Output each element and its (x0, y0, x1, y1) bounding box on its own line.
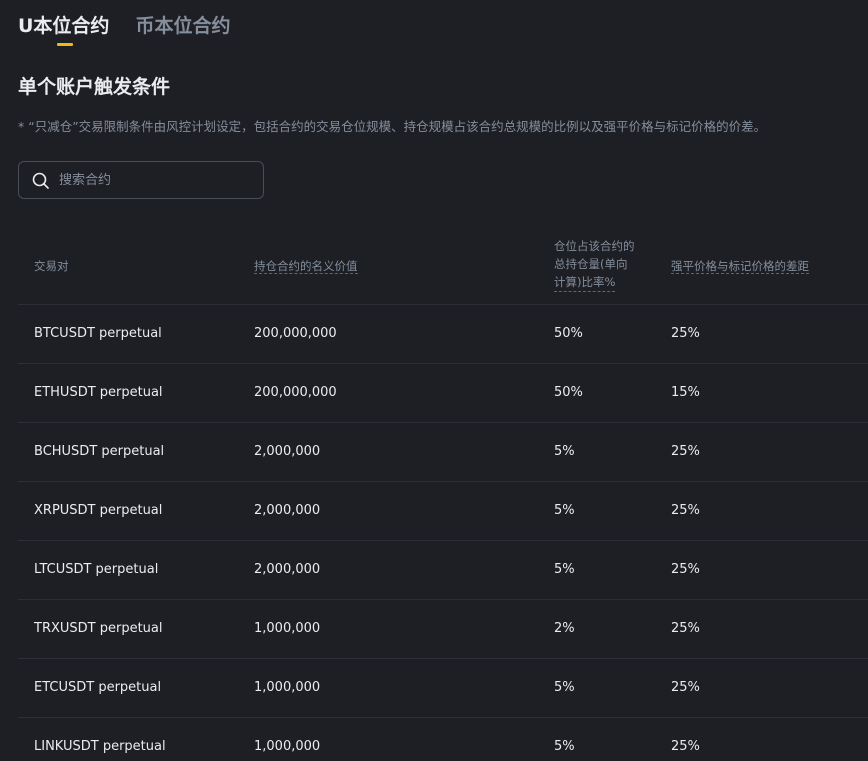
cell-pair: TRXUSDT perpetual (34, 621, 163, 636)
header-diff-label: 强平价格与标记价格的差距 (671, 259, 809, 274)
table-row: XRPUSDT perpetual 2,000,000 5% 25% (18, 482, 868, 541)
cell-diff: 15% (671, 385, 700, 400)
tab-coin-m[interactable]: 币本位合约 (135, 12, 230, 48)
cell-pair: BTCUSDT perpetual (34, 326, 162, 341)
search-input[interactable] (57, 171, 251, 189)
cell-diff: 25% (671, 326, 700, 341)
cell-notional: 1,000,000 (254, 739, 321, 754)
cell-diff: 25% (671, 444, 700, 459)
table-row: LTCUSDT perpetual 2,000,000 5% 25% (18, 541, 868, 600)
cell-pair: LTCUSDT perpetual (34, 562, 159, 577)
table-header: 交易对 持仓合约的名义价值 仓位占该合约的 总持仓量(单向 计算)比率% 强平价… (18, 226, 868, 305)
cell-diff: 25% (671, 739, 700, 754)
cell-pair: LINKUSDT perpetual (34, 739, 166, 754)
cell-notional: 2,000,000 (254, 503, 321, 518)
tab-usdt-m-label: U本位合约 (18, 15, 110, 37)
header-notional-label: 持仓合约的名义价值 (254, 259, 358, 274)
table-row: TRXUSDT perpetual 1,000,000 2% 25% (18, 600, 868, 659)
header-notional[interactable]: 持仓合约的名义价值 (254, 257, 358, 275)
table-row: BTCUSDT perpetual 200,000,000 50% 25% (18, 305, 868, 364)
cell-ratio: 5% (554, 444, 575, 459)
cell-ratio: 5% (554, 562, 575, 577)
header-ratio-line3: 计算)比率% (554, 273, 616, 292)
cell-pair: XRPUSDT perpetual (34, 503, 163, 518)
cell-pair: BCHUSDT perpetual (34, 444, 165, 459)
cell-ratio: 5% (554, 680, 575, 695)
cell-diff: 25% (671, 621, 700, 636)
tab-usdt-m[interactable]: U本位合约 (18, 12, 109, 48)
cell-notional: 1,000,000 (254, 680, 321, 695)
active-tab-indicator (57, 43, 73, 46)
cell-notional: 2,000,000 (254, 444, 321, 459)
cell-ratio: 2% (554, 621, 575, 636)
header-ratio-line2: 总持仓量(单向 (554, 257, 628, 271)
search-box[interactable] (18, 161, 264, 199)
cell-diff: 25% (671, 680, 700, 695)
search-icon (32, 172, 49, 189)
cell-pair: ETCUSDT perpetual (34, 680, 162, 695)
table-row: BCHUSDT perpetual 2,000,000 5% 25% (18, 423, 868, 482)
table-row: ETCUSDT perpetual 1,000,000 5% 25% (18, 659, 868, 718)
cell-diff: 25% (671, 562, 700, 577)
header-ratio-line1: 仓位占该合约的 (554, 239, 635, 253)
header-ratio[interactable]: 仓位占该合约的 总持仓量(单向 计算)比率% (554, 237, 654, 292)
cell-notional: 200,000,000 (254, 326, 337, 341)
header-pair: 交易对 (34, 259, 69, 273)
page: U本位合约 币本位合约 单个账户触发条件 * “只减仓”交易限制条件由风控计划设… (0, 0, 868, 761)
table-row: LINKUSDT perpetual 1,000,000 5% 25% (18, 718, 868, 761)
table-row: ETHUSDT perpetual 200,000,000 50% 15% (18, 364, 868, 423)
tab-coin-m-label: 币本位合约 (135, 15, 231, 37)
cell-diff: 25% (671, 503, 700, 518)
cell-ratio: 5% (554, 739, 575, 754)
trigger-conditions-table: 交易对 持仓合约的名义价值 仓位占该合约的 总持仓量(单向 计算)比率% 强平价… (18, 226, 868, 761)
cell-ratio: 50% (554, 385, 583, 400)
risk-note: * “只减仓”交易限制条件由风控计划设定，包括合约的交易仓位规模、持仓规模占该合… (18, 119, 767, 134)
cell-ratio: 50% (554, 326, 583, 341)
cell-notional: 2,000,000 (254, 562, 321, 577)
contract-type-tabs: U本位合约 币本位合约 (18, 12, 230, 48)
header-diff[interactable]: 强平价格与标记价格的差距 (671, 257, 809, 275)
section-title: 单个账户触发条件 (18, 76, 171, 98)
cell-pair: ETHUSDT perpetual (34, 385, 163, 400)
cell-notional: 1,000,000 (254, 621, 321, 636)
cell-ratio: 5% (554, 503, 575, 518)
cell-notional: 200,000,000 (254, 385, 337, 400)
